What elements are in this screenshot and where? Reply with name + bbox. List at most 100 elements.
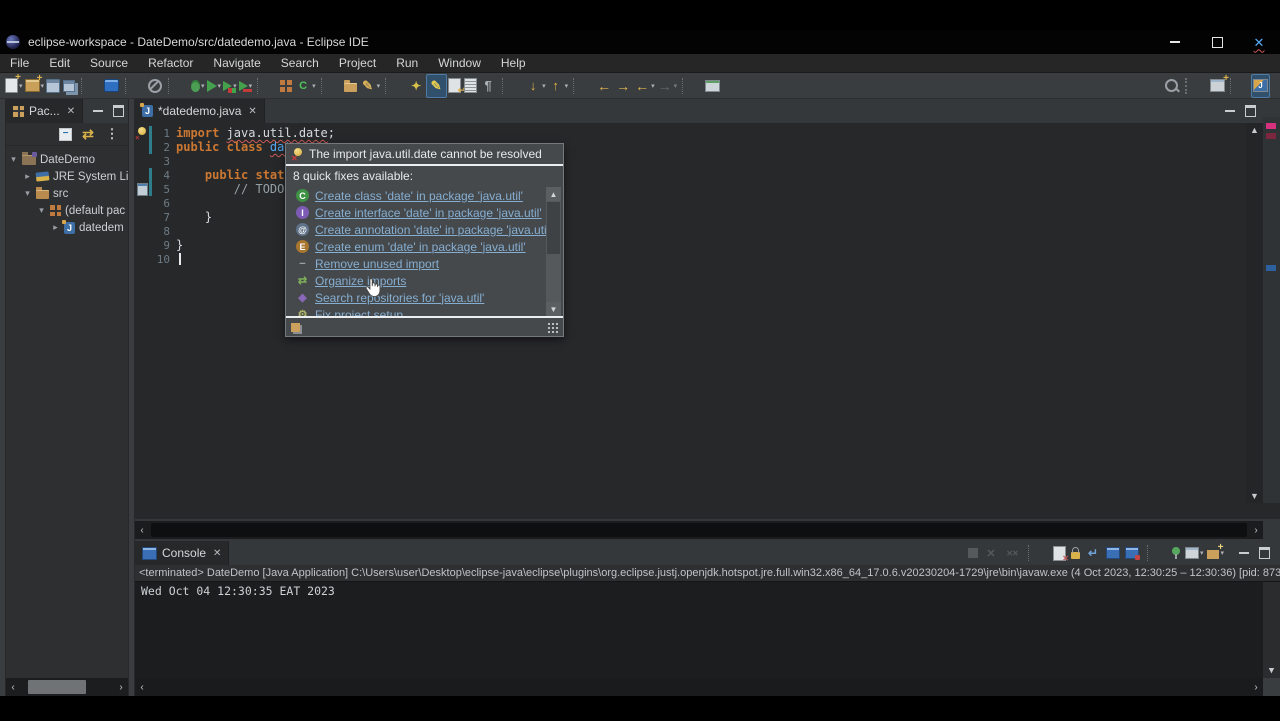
restore-window-button[interactable] [1196,30,1238,54]
menu-item[interactable]: File [0,54,39,72]
menu-item[interactable]: Run [386,54,428,72]
scroll-up-icon[interactable]: ▲ [1250,123,1259,137]
sidebar-splitter[interactable] [128,99,135,696]
editor-hscrollbar[interactable]: ‹ › [135,521,1263,539]
tree-chevron-icon[interactable]: ▾ [37,205,46,216]
view-menu-button[interactable] [104,126,120,142]
tab-console[interactable]: Console ✕ [135,541,230,565]
tab-datedemo-java[interactable]: *datedemo.java ✕ [135,99,265,123]
skip-all-breakpoints-button[interactable] [147,75,164,97]
new-button[interactable]: ▾ [4,74,24,97]
fix-create-class[interactable]: C Create class 'date' in package 'java.u… [286,187,563,204]
tree-item-default-package[interactable]: ▾ (default pac [6,202,128,219]
scroll-down-icon[interactable]: ▼ [1250,489,1259,503]
quickfix-item-label[interactable]: Organize imports [315,274,406,288]
tree-item-datedemo-file[interactable]: ▸ datedem [6,219,128,236]
resize-grip-icon[interactable] [547,321,558,333]
tree-chevron-icon[interactable]: ▸ [51,222,60,233]
open-perspective-button[interactable] [1209,73,1229,97]
new-java-class-button[interactable] [279,75,294,97]
open-task-button[interactable] [103,75,121,97]
menu-item[interactable]: Project [329,54,386,72]
maximize-console-icon[interactable] [1259,547,1270,559]
next-edit-location-button[interactable] [614,75,633,97]
tree-item-datedemo-project[interactable]: ▾ DateDemo [6,151,128,168]
show-selected-element-button[interactable] [463,75,479,97]
scroll-left-icon[interactable]: ‹ [6,678,20,696]
terminate-button[interactable] [967,542,980,564]
console-output[interactable]: Wed Oct 04 12:30:35 EAT 2023 ▼ [135,582,1280,678]
scroll-right-icon[interactable]: › [1249,678,1263,696]
scrollbar-thumb[interactable] [151,523,1247,537]
quickfix-item-label[interactable]: Fix project setup... [315,308,413,317]
error-marker[interactable] [1266,133,1276,139]
minimize-console-icon[interactable] [1239,552,1249,554]
open-type-button[interactable] [407,75,426,97]
coverage-button[interactable]: ▾ [222,75,238,97]
tree-chevron-icon[interactable]: ▾ [9,154,18,165]
tree-item-jre-system-library[interactable]: ▸ JRE System Lib [6,168,128,185]
java-perspective-button[interactable] [1251,73,1270,98]
fix-organize-imports[interactable]: ⇄ Organize imports [286,272,563,289]
new-editor-window-button[interactable] [704,75,722,97]
minimize-view-icon[interactable] [93,110,104,112]
new-java-project-button[interactable]: ▾ [24,74,46,97]
minimize-editor-icon[interactable] [1225,110,1235,112]
profile-button[interactable]: ▾ [238,75,254,97]
tree-chevron-icon[interactable]: ▸ [23,171,32,182]
menu-item[interactable]: Help [491,54,536,72]
collapse-all-button[interactable] [59,127,72,141]
pin-console-button[interactable] [1171,542,1182,564]
minimize-window-button[interactable] [1154,30,1196,54]
clear-console-button[interactable] [1052,542,1069,564]
package-explorer-hscrollbar[interactable]: ‹ › [6,678,128,696]
overview-ruler[interactable] [1263,117,1280,503]
new-class-wizard-button[interactable]: ▾ [294,75,317,97]
scroll-up-icon[interactable]: ▲ [546,187,561,201]
remove-launch-button[interactable] [982,542,1001,564]
code-line[interactable]: 1 import java.util.date; [135,126,1280,142]
back-button[interactable]: ▾ [633,75,656,97]
scroll-down-icon[interactable]: ▼ [546,302,561,316]
close-icon[interactable]: ✕ [248,106,256,117]
scrollbar-thumb[interactable] [28,680,86,694]
error-marker[interactable] [1266,123,1276,129]
format-button[interactable]: ▾ [359,75,382,97]
scroll-down-icon[interactable]: ▼ [1263,666,1280,676]
open-console-button[interactable]: ▾ [1206,542,1225,564]
scrollbar-thumb[interactable] [547,202,560,254]
fix-create-annotation[interactable]: @ Create annotation 'date' in package 'j… [286,221,563,238]
menu-item[interactable]: Window [428,54,491,72]
maximize-view-icon[interactable] [113,105,125,117]
close-icon[interactable]: ✕ [213,548,221,559]
last-edit-location-button[interactable] [595,75,614,97]
scroll-left-icon[interactable]: ‹ [135,521,149,539]
show-whitespace-button[interactable] [479,75,498,97]
display-console-button[interactable]: ▾ [1184,542,1205,564]
quickfix-item-label[interactable]: Search repositories for 'java.util' [315,291,484,305]
mark-occurrences-button[interactable] [426,73,448,98]
fix-remove-unused-import[interactable]: − Remove unused import [286,255,563,272]
quickfix-item-label[interactable]: Create class 'date' in package 'java.uti… [315,189,523,203]
editor-vscrollbar[interactable]: ▲ ▼ [1246,123,1263,503]
quickfix-item-label[interactable]: Create annotation 'date' in package 'jav… [315,223,552,237]
maximize-editor-icon[interactable] [1245,105,1256,117]
menu-item[interactable]: Refactor [138,54,203,72]
show-stdout-button[interactable] [1105,542,1122,564]
show-stderr-button[interactable] [1124,542,1141,564]
fix-create-interface[interactable]: I Create interface 'date' in package 'ja… [286,204,563,221]
next-annotation-button[interactable]: ▾ [524,75,547,97]
forward-button[interactable]: ▾ [656,75,679,97]
save-all-button[interactable] [62,75,77,97]
link-with-editor-button[interactable] [447,75,465,97]
menu-item[interactable]: Search [271,54,329,72]
remove-all-launches-button[interactable] [1003,542,1022,564]
menu-item[interactable]: Edit [39,54,80,72]
tree-item-src[interactable]: ▾ src [6,185,128,202]
tree-chevron-icon[interactable]: ▾ [23,188,32,199]
quickfix-item-label[interactable]: Create enum 'date' in package 'java.util… [315,240,526,254]
console-vscrollbar[interactable]: ▼ [1263,582,1280,678]
fix-create-enum[interactable]: E Create enum 'date' in package 'java.ut… [286,238,563,255]
debug-button[interactable]: ▾ [190,75,206,97]
previous-annotation-button[interactable]: ▾ [547,75,570,97]
